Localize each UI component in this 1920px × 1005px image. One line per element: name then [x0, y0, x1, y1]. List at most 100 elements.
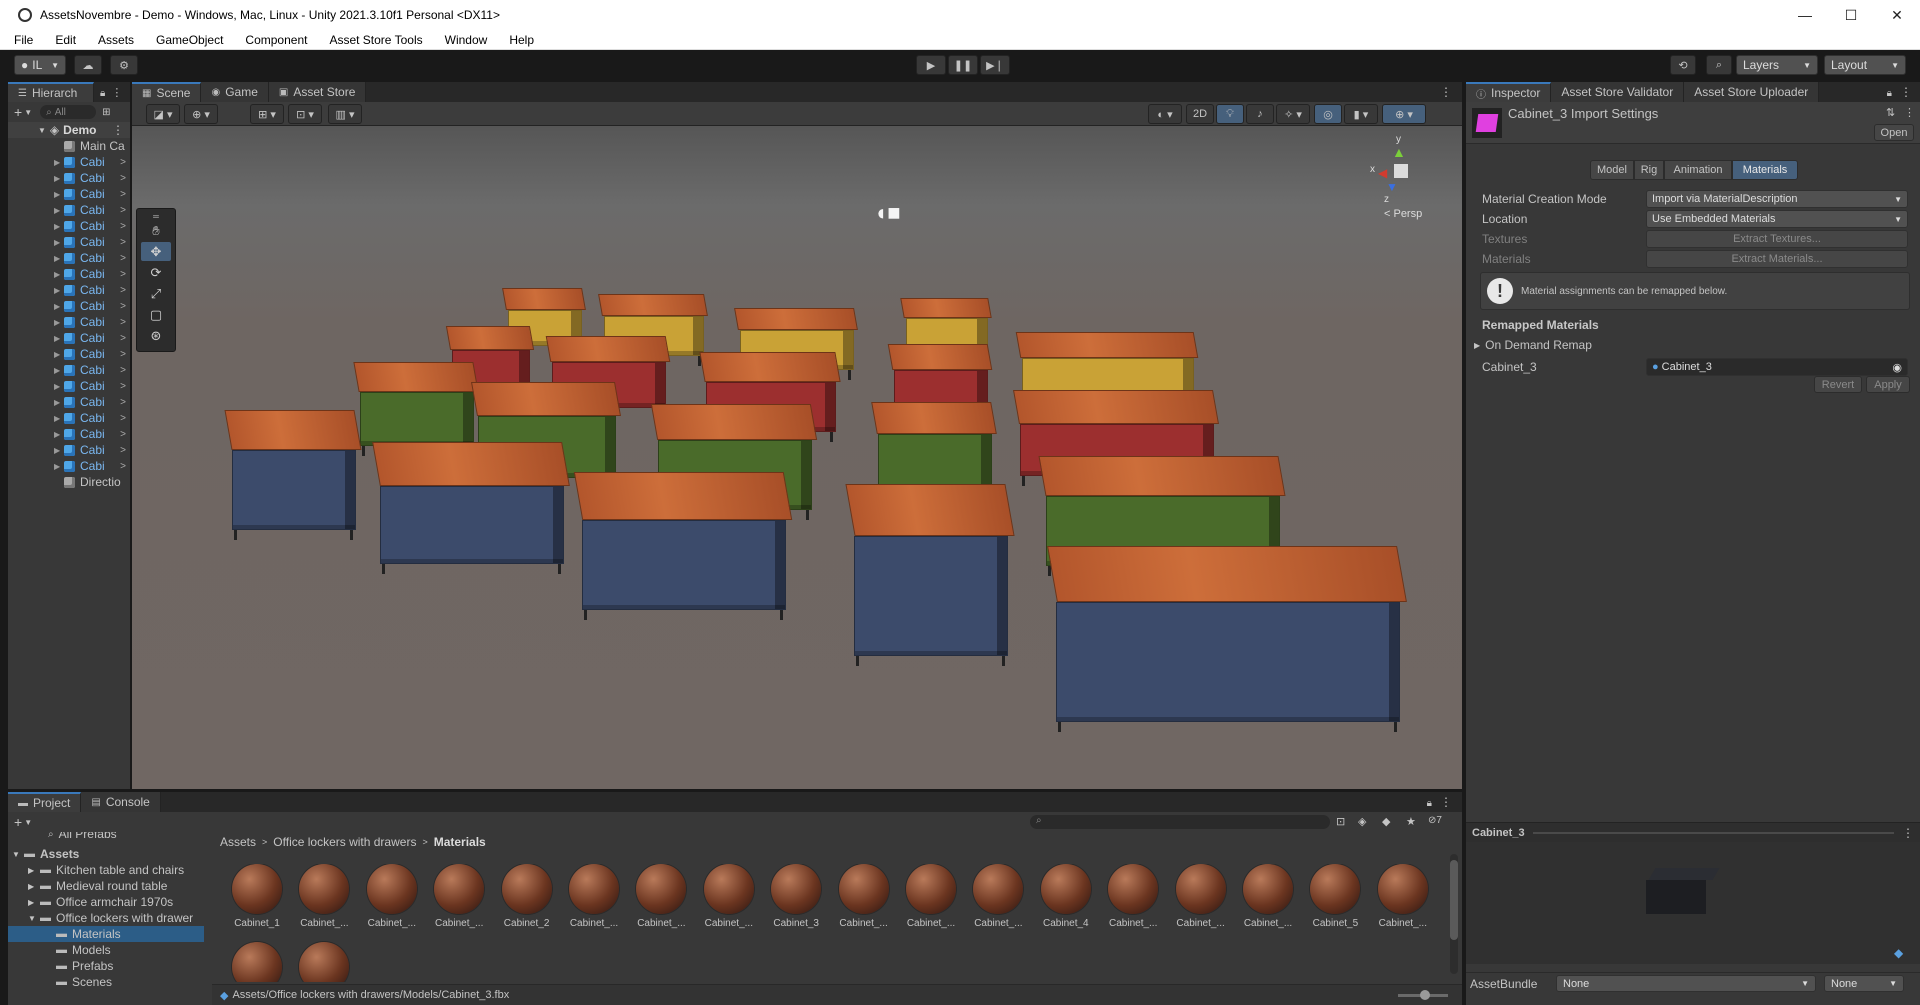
rotate-tool-icon[interactable]: ⟳	[141, 263, 171, 282]
extract-materials-button[interactable]: Extract Materials...	[1646, 250, 1908, 268]
material-thumbnail[interactable]: Cabinet_...	[1104, 864, 1162, 929]
on-demand-remap-foldout[interactable]: ▶ On Demand Remap	[1474, 338, 1592, 352]
search-icon[interactable]: ⌕	[1706, 55, 1732, 75]
material-thumbnail[interactable]: Cabinet_...	[835, 864, 893, 929]
expand-arrow-icon[interactable]: ▶	[54, 174, 64, 183]
expand-arrow-icon[interactable]: ▶	[54, 206, 64, 215]
hierarchy-item-directional-light[interactable]: Directio	[8, 474, 130, 490]
shading-mode-icon[interactable]: ◐ ▾	[1148, 104, 1182, 124]
preview-resize-handle[interactable]	[1532, 831, 1894, 834]
camera-settings-icon[interactable]: ▮ ▾	[1344, 104, 1378, 124]
material-thumbnail[interactable]: Cabinet_...	[700, 864, 758, 929]
scale-tool-icon[interactable]: ⤢	[141, 284, 171, 303]
tree-item-folder[interactable]: ▶ ▬ Medieval round table	[8, 878, 204, 894]
hierarchy-item-cabinet[interactable]: ▶ Cabi >	[8, 218, 130, 234]
expand-arrow-icon[interactable]: ▼	[12, 850, 24, 859]
hierarchy-item-cabinet[interactable]: ▶ Cabi >	[8, 410, 130, 426]
hierarchy-item-cabinet[interactable]: ▶ Cabi >	[8, 266, 130, 282]
lock-icon[interactable]: 🔒︎	[1427, 798, 1432, 809]
thumbnail-size-slider[interactable]	[1398, 990, 1448, 1000]
play-button[interactable]: ▶	[916, 55, 946, 75]
menu-file[interactable]: File	[0, 33, 41, 47]
chevron-right-icon[interactable]: >	[120, 333, 126, 344]
expand-arrow-icon[interactable]: ▶	[28, 882, 40, 891]
chevron-right-icon[interactable]: >	[120, 157, 126, 168]
material-thumbnail[interactable]	[228, 942, 286, 982]
tab-asset-store[interactable]: ▣ Asset Store	[268, 82, 367, 102]
kebab-menu-icon[interactable]: ⋮	[1902, 826, 1914, 840]
cabinet-model[interactable]	[224, 410, 362, 540]
material-thumbnail[interactable]: Cabinet_2	[498, 864, 556, 929]
hierarchy-item-cabinet[interactable]: ▶ Cabi >	[8, 426, 130, 442]
cabinet-model[interactable]	[1047, 546, 1407, 732]
tree-item-folder[interactable]: ▶ ▬ Kitchen table and chairs	[8, 862, 204, 878]
chevron-right-icon[interactable]: >	[120, 397, 126, 408]
tab-game[interactable]: ◉ Game	[201, 82, 269, 102]
material-thumbnail[interactable]: Cabinet_5	[1306, 864, 1364, 929]
gizmos-icon[interactable]: ⊕ ▾	[1382, 104, 1426, 124]
lighting-icon[interactable]: 💡︎	[1216, 104, 1244, 124]
tree-item-folder[interactable]: ▶ ▬ Office armchair 1970s	[8, 894, 204, 910]
step-button[interactable]: ▶❘	[980, 55, 1010, 75]
hierarchy-item-cabinet[interactable]: ▶ Cabi >	[8, 314, 130, 330]
material-thumbnail[interactable]: Cabinet_...	[632, 864, 690, 929]
add-icon[interactable]: +	[14, 814, 22, 830]
tree-item-subfolder[interactable]: ▬ Models	[8, 942, 204, 958]
global-pivot-icon[interactable]: ⊕ ▾	[184, 104, 218, 124]
material-thumbnail[interactable]: Cabinet_...	[902, 864, 960, 929]
search-by-type-icon[interactable]: ⊡	[1336, 815, 1345, 828]
hierarchy-item-cabinet[interactable]: ▶ Cabi >	[8, 186, 130, 202]
hidden-objects-icon[interactable]: ◎	[1314, 104, 1342, 124]
hierarchy-item-cabinet[interactable]: ▶ Cabi >	[8, 298, 130, 314]
hierarchy-item-cabinet[interactable]: ▶ Cabi >	[8, 442, 130, 458]
revert-button[interactable]: Revert	[1814, 376, 1862, 393]
history-icon[interactable]: ⟲	[1670, 55, 1696, 75]
hierarchy-item-cabinet[interactable]: ▶ Cabi >	[8, 202, 130, 218]
chevron-right-icon[interactable]: >	[120, 301, 126, 312]
menu-component[interactable]: Component	[231, 33, 315, 47]
hierarchy-item-cabinet[interactable]: ▶ Cabi >	[8, 234, 130, 250]
menu-asset-store-tools[interactable]: Asset Store Tools	[315, 33, 430, 47]
location-dropdown[interactable]: Use Embedded Materials ▼	[1646, 210, 1908, 228]
favorite-star-icon[interactable]: ★	[1406, 815, 1416, 828]
expand-arrow-icon[interactable]: ▶	[54, 238, 64, 247]
expand-arrow-icon[interactable]: ▶	[54, 222, 64, 231]
expand-arrow-icon[interactable]: ▶	[54, 398, 64, 407]
hierarchy-item-cabinet[interactable]: ▶ Cabi >	[8, 282, 130, 298]
chevron-right-icon[interactable]: >	[120, 413, 126, 424]
assetbundle-dropdown[interactable]: None ▼	[1556, 975, 1816, 992]
persp-label[interactable]: < Persp	[1384, 208, 1422, 220]
chevron-right-icon[interactable]: >	[120, 461, 126, 472]
kebab-menu-icon[interactable]: ⋮	[112, 123, 124, 137]
chevron-right-icon[interactable]: >	[120, 237, 126, 248]
expand-arrow-icon[interactable]: ▶	[54, 158, 64, 167]
tab-asset-store-uploader[interactable]: Asset Store Uploader	[1684, 82, 1820, 102]
draw-mode-icon[interactable]: ◪ ▾	[146, 104, 180, 124]
kebab-menu-icon[interactable]: ⋮	[1440, 85, 1452, 99]
expand-arrow-icon[interactable]: ▶	[54, 190, 64, 199]
material-thumbnail[interactable]: Cabinet_...	[1374, 864, 1432, 929]
cabinet-model[interactable]	[573, 472, 793, 620]
material-thumbnail[interactable]	[295, 942, 353, 982]
cloud-icon[interactable]: ☁	[74, 55, 102, 75]
menu-help[interactable]: Help	[495, 33, 542, 47]
chevron-right-icon[interactable]: >	[120, 381, 126, 392]
material-thumbnail[interactable]: Cabinet_3	[767, 864, 825, 929]
cabinet-model[interactable]	[845, 484, 1015, 666]
chevron-right-icon[interactable]: >	[120, 253, 126, 264]
subtab-materials[interactable]: Materials	[1732, 160, 1798, 180]
hierarchy-item-cabinet[interactable]: ▶ Cabi >	[8, 346, 130, 362]
search-by-label-icon[interactable]: ◈	[1358, 815, 1366, 828]
project-search-input[interactable]: ⌕	[1030, 815, 1330, 829]
kebab-menu-icon[interactable]: ⋮	[1900, 85, 1912, 99]
chevron-right-icon[interactable]: >	[120, 349, 126, 360]
subtab-rig[interactable]: Rig	[1634, 160, 1664, 180]
rect-tool-icon[interactable]: ▢	[141, 305, 171, 324]
material-object-field[interactable]: ● Cabinet_3 ◉	[1646, 358, 1908, 376]
grid-scrollbar[interactable]	[1450, 854, 1458, 974]
settings-icon[interactable]: ⇅	[1886, 106, 1895, 119]
transform-tool-icon[interactable]: ⊛	[141, 326, 171, 345]
kebab-menu-icon[interactable]: ⋮	[1904, 106, 1915, 119]
hierarchy-item-cabinet[interactable]: ▶ Cabi >	[8, 250, 130, 266]
tab-asset-store-validator[interactable]: Asset Store Validator	[1551, 82, 1685, 102]
